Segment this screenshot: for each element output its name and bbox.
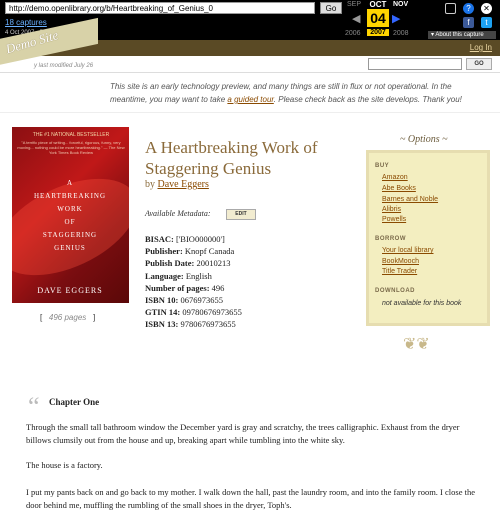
meta-value: 496	[211, 282, 225, 293]
meta-row: Publisher: Knopf Canada	[145, 245, 355, 257]
borrow-link-bookmooch[interactable]: BookMooch	[382, 258, 419, 265]
cover-award: THE #1 NATIONAL BESTSELLER	[32, 132, 110, 138]
close-icon[interactable]: ✕	[481, 3, 492, 14]
guided-tour-link[interactable]: a guided tour	[227, 95, 273, 104]
ornament-icon: ❦❦	[403, 336, 430, 353]
book-cover-image: THE #1 NATIONAL BESTSELLER "A terrific p…	[12, 127, 129, 303]
download-heading: DOWNLOAD	[375, 288, 415, 294]
meta-label: ISBN 10:	[145, 294, 179, 305]
author-link[interactable]: Dave Eggers	[158, 179, 209, 190]
cover-title: A HEARTBREAKING WORK OF STAGGERING GENIU…	[20, 177, 120, 255]
buy-heading: BUY	[375, 163, 390, 169]
notice-divider	[0, 112, 500, 113]
meta-label: Number of pages:	[145, 282, 210, 293]
last-modified-text: y last modified July 26	[34, 63, 94, 69]
notice-text-after: . Please check back as the site develops…	[273, 95, 462, 104]
cover-title-line: HEARTBREAKING	[33, 192, 107, 200]
preview-notice: This site is an early technology preview…	[110, 80, 490, 106]
buy-link-amazon[interactable]: Amazon	[382, 174, 408, 181]
meta-row: GTIN 14: 09780676973655	[145, 306, 355, 318]
prev-capture-arrow-icon[interactable]: ◀	[352, 12, 360, 25]
next-year-label[interactable]: 2008	[393, 30, 409, 37]
prev-month-label[interactable]: SEP	[347, 1, 361, 8]
cover-author: DAVE EGGERS	[37, 286, 103, 295]
current-day: 04	[367, 9, 389, 27]
meta-label: Publisher:	[145, 246, 183, 257]
cover-title-line: STAGGERING	[42, 231, 98, 239]
meta-value: English	[185, 270, 212, 281]
cover-title-line: OF	[64, 218, 76, 226]
meta-label: ISBN 13:	[145, 319, 179, 330]
search-go-button[interactable]: GO	[466, 58, 492, 70]
meta-label: Language:	[145, 270, 184, 281]
borrow-link-library[interactable]: Your local library	[382, 247, 434, 254]
twitter-icon[interactable]: t	[481, 17, 492, 28]
meta-value: 0676973655	[180, 294, 223, 305]
calendar-icon[interactable]	[445, 3, 456, 14]
meta-label: BISAC:	[145, 234, 174, 244]
chapter-heading: Chapter One	[49, 397, 100, 407]
help-icon[interactable]: ?	[463, 3, 474, 14]
prev-year-label[interactable]: 2006	[345, 30, 361, 37]
facebook-icon[interactable]: f	[463, 17, 474, 28]
meta-value: 9780676973655	[180, 319, 236, 330]
page-count-close: ]	[92, 313, 96, 322]
wayback-url-input[interactable]: http://demo.openlibrary.org/b/Heartbreak…	[5, 2, 315, 14]
cover-blurb: "A terrific piece of writing... forceful…	[17, 140, 125, 155]
login-link[interactable]: Log In	[470, 43, 492, 52]
current-year-label: 2007	[367, 29, 389, 36]
about-capture-label: About this capture	[435, 32, 484, 38]
excerpt-paragraph: I put my pants back on and go back to my…	[26, 487, 475, 510]
wayback-icon-group: ? ✕ f t	[445, 3, 497, 31]
buy-link-alibris[interactable]: Alibris	[382, 206, 401, 213]
meta-row: ISBN 13: 9780676973655	[145, 318, 355, 330]
buy-link-abebooks[interactable]: Abe Books	[382, 185, 416, 192]
captures-link[interactable]: 18 captures	[5, 18, 47, 27]
meta-row: Language: English	[145, 270, 355, 282]
quote-mark-icon: “	[28, 392, 40, 421]
next-month-label[interactable]: NOV	[393, 1, 408, 8]
cover-title-line: A	[66, 179, 74, 187]
next-capture-arrow-icon[interactable]: ▶	[392, 12, 400, 25]
buy-link-powells[interactable]: Powells	[382, 216, 406, 223]
meta-value: 09780676973655	[182, 307, 242, 318]
page-count: [ 496 pages ]	[40, 313, 95, 322]
cover-title-line: GENIUS	[54, 244, 86, 252]
meta-row: BISAC: ['BIO000000']	[145, 233, 355, 245]
search-input[interactable]	[368, 58, 462, 70]
cover-title-line: WORK	[57, 205, 83, 213]
wayback-go-button[interactable]: Go	[320, 2, 342, 14]
options-title: ~ Options ~	[400, 134, 448, 145]
page-count-open: [	[40, 313, 43, 322]
excerpt-paragraph: Through the small tall bathroom window t…	[26, 422, 460, 445]
borrow-link-titletrader[interactable]: Title Trader	[382, 268, 417, 275]
meta-value: Knopf Canada	[184, 246, 235, 257]
byline-by: by	[145, 179, 155, 190]
meta-label: Publish Date:	[145, 258, 195, 269]
byline: by Dave Eggers	[145, 179, 209, 190]
meta-row: Publish Date: 20010213	[145, 257, 355, 269]
meta-label: GTIN 14:	[145, 307, 181, 318]
book-title: A Heartbreaking Work of Staggering Geniu…	[145, 138, 318, 178]
available-metadata-label: Available Metadata:	[145, 209, 211, 218]
about-capture-button[interactable]: ▾ About this capture	[428, 31, 496, 39]
borrow-heading: BORROW	[375, 236, 406, 242]
edit-button[interactable]: EDIT	[226, 209, 256, 220]
metadata-list: BISAC: ['BIO000000'] Publisher: Knopf Ca…	[145, 233, 355, 331]
meta-value: ['BIO000000']	[175, 234, 225, 244]
excerpt-paragraph: The house is a factory.	[26, 460, 103, 470]
header-divider	[0, 72, 500, 73]
meta-value: 20010213	[196, 258, 231, 269]
download-unavailable-text: not available for this book	[382, 300, 462, 307]
buy-link-barnes-noble[interactable]: Barnes and Noble	[382, 196, 438, 203]
meta-row: Number of pages: 496	[145, 282, 355, 294]
meta-row: ISBN 10: 0676973655	[145, 294, 355, 306]
page-count-value: 496 pages	[48, 313, 87, 322]
